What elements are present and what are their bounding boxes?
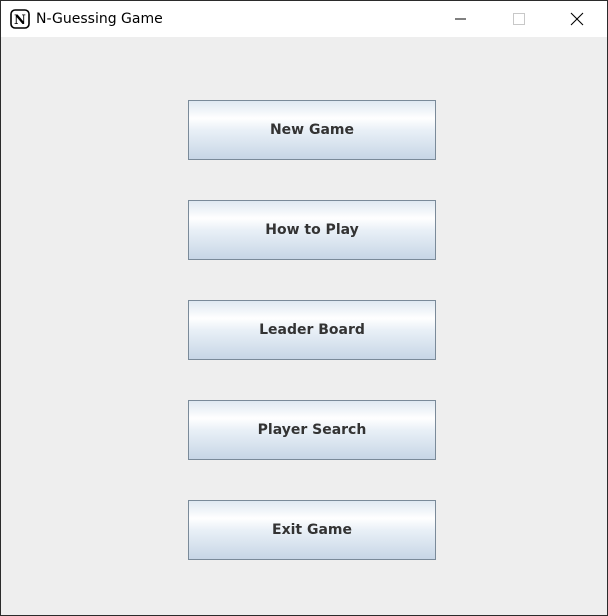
svg-text:N: N <box>14 13 26 28</box>
app-logo-icon: N <box>10 9 30 29</box>
app-window: N N-Guessing Game New Game How to Play L… <box>0 0 608 616</box>
exit-game-button[interactable]: Exit Game <box>188 500 436 560</box>
maximize-icon <box>513 13 525 25</box>
minimize-icon <box>455 13 467 25</box>
minimize-button[interactable] <box>438 1 484 37</box>
new-game-button[interactable]: New Game <box>188 100 436 160</box>
close-button[interactable] <box>554 1 600 37</box>
leader-board-button[interactable]: Leader Board <box>188 300 436 360</box>
how-to-play-button[interactable]: How to Play <box>188 200 436 260</box>
player-search-button[interactable]: Player Search <box>188 400 436 460</box>
main-menu-panel: New Game How to Play Leader Board Player… <box>1 37 607 615</box>
window-title: N-Guessing Game <box>36 11 163 27</box>
title-bar[interactable]: N N-Guessing Game <box>1 1 607 37</box>
maximize-button[interactable] <box>496 1 542 37</box>
close-icon <box>570 12 584 26</box>
